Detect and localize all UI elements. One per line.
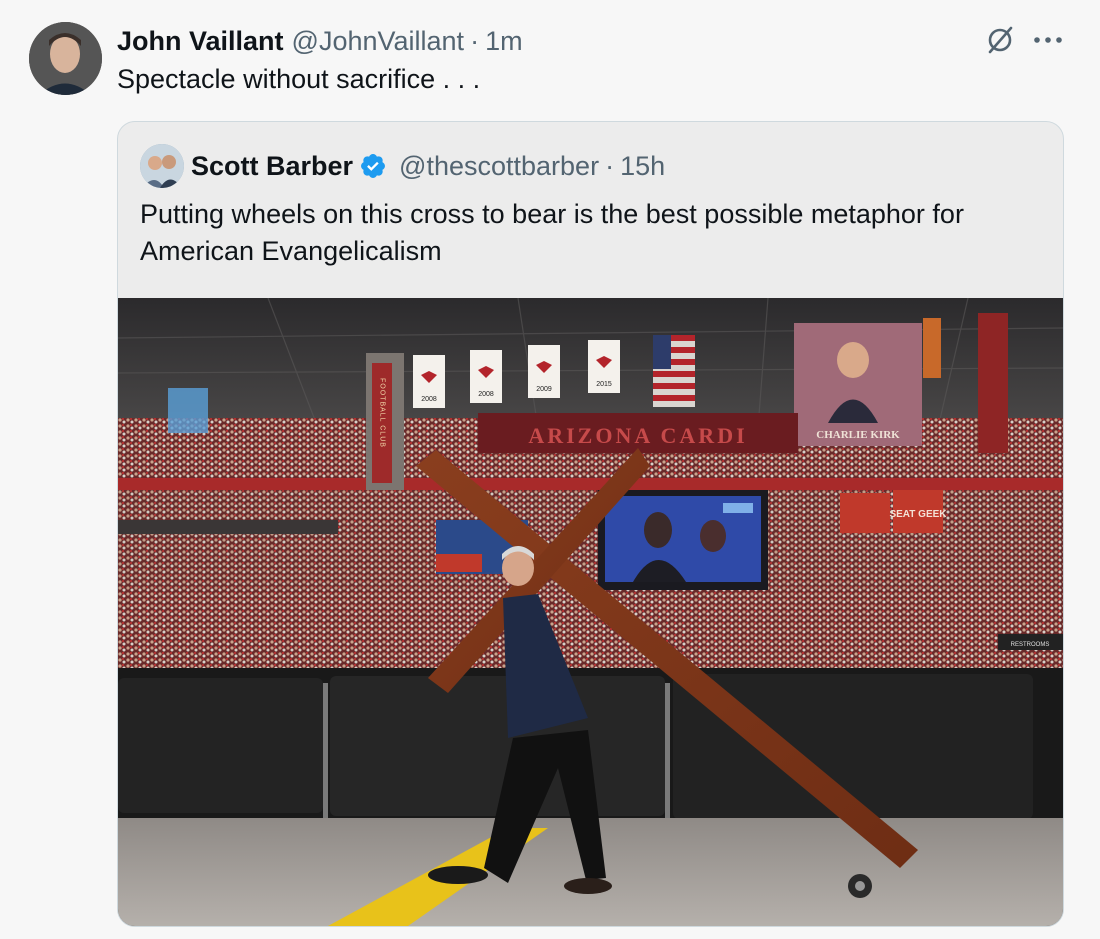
restrooms-text: RESTROOMS (1011, 642, 1050, 648)
us-flag (653, 335, 695, 407)
stadium-photo: FOOTBALL CLUB 2008 2008 2009 2015 CHARLI… (118, 298, 1063, 926)
author-avatar[interactable] (29, 22, 102, 95)
quoted-author-handle[interactable]: @thescottbarber (399, 151, 599, 182)
grok-icon (988, 26, 1013, 54)
author-name[interactable]: John Vaillant (117, 26, 284, 57)
banner-year-4: 2015 (596, 381, 612, 388)
verified-badge-icon (361, 154, 386, 178)
separator: · (470, 25, 480, 56)
seat-geek-text: SEAT GEEK (889, 509, 947, 520)
more-button[interactable] (1028, 22, 1068, 58)
quoted-author-name[interactable]: Scott Barber (191, 151, 353, 182)
banner-name-text: CHARLIE KIRK (816, 429, 900, 441)
quoted-tweet[interactable]: Scott Barber @thescottbarber · 15h Putti… (117, 121, 1064, 927)
tweet-text: Spectacle without sacrifice . . . (117, 64, 481, 94)
seat-geek-sign: SEAT GEEK (840, 490, 947, 533)
tweet-header: John Vaillant @JohnVaillant · 1m (117, 24, 523, 58)
tweet[interactable]: John Vaillant @JohnVaillant · 1m Spectac… (0, 0, 1100, 939)
banner-year-2: 2008 (478, 391, 494, 398)
tweet-time[interactable]: 1m (485, 26, 523, 57)
memorial-banner: CHARLIE KIRK (794, 318, 941, 446)
grok-button[interactable] (982, 22, 1018, 58)
football-club-text: FOOTBALL CLUB (379, 378, 386, 448)
more-icon (1034, 37, 1062, 43)
banner-year-1: 2008 (421, 396, 437, 403)
quoted-header: Scott Barber @thescottbarber · 15h (191, 148, 665, 184)
quoted-author-avatar[interactable] (140, 144, 184, 188)
author-handle[interactable]: @JohnVaillant (292, 26, 465, 57)
quoted-time[interactable]: 15h (620, 151, 665, 182)
arena-sign-text: ARIZONA CARDI (528, 423, 747, 448)
separator: · (605, 150, 615, 181)
quoted-media-photo[interactable]: FOOTBALL CLUB 2008 2008 2009 2015 CHARLI… (118, 298, 1063, 926)
banner-year-3: 2009 (536, 386, 552, 393)
quoted-text: Putting wheels on this cross to bear is … (140, 199, 964, 266)
jumbotron (598, 490, 768, 590)
